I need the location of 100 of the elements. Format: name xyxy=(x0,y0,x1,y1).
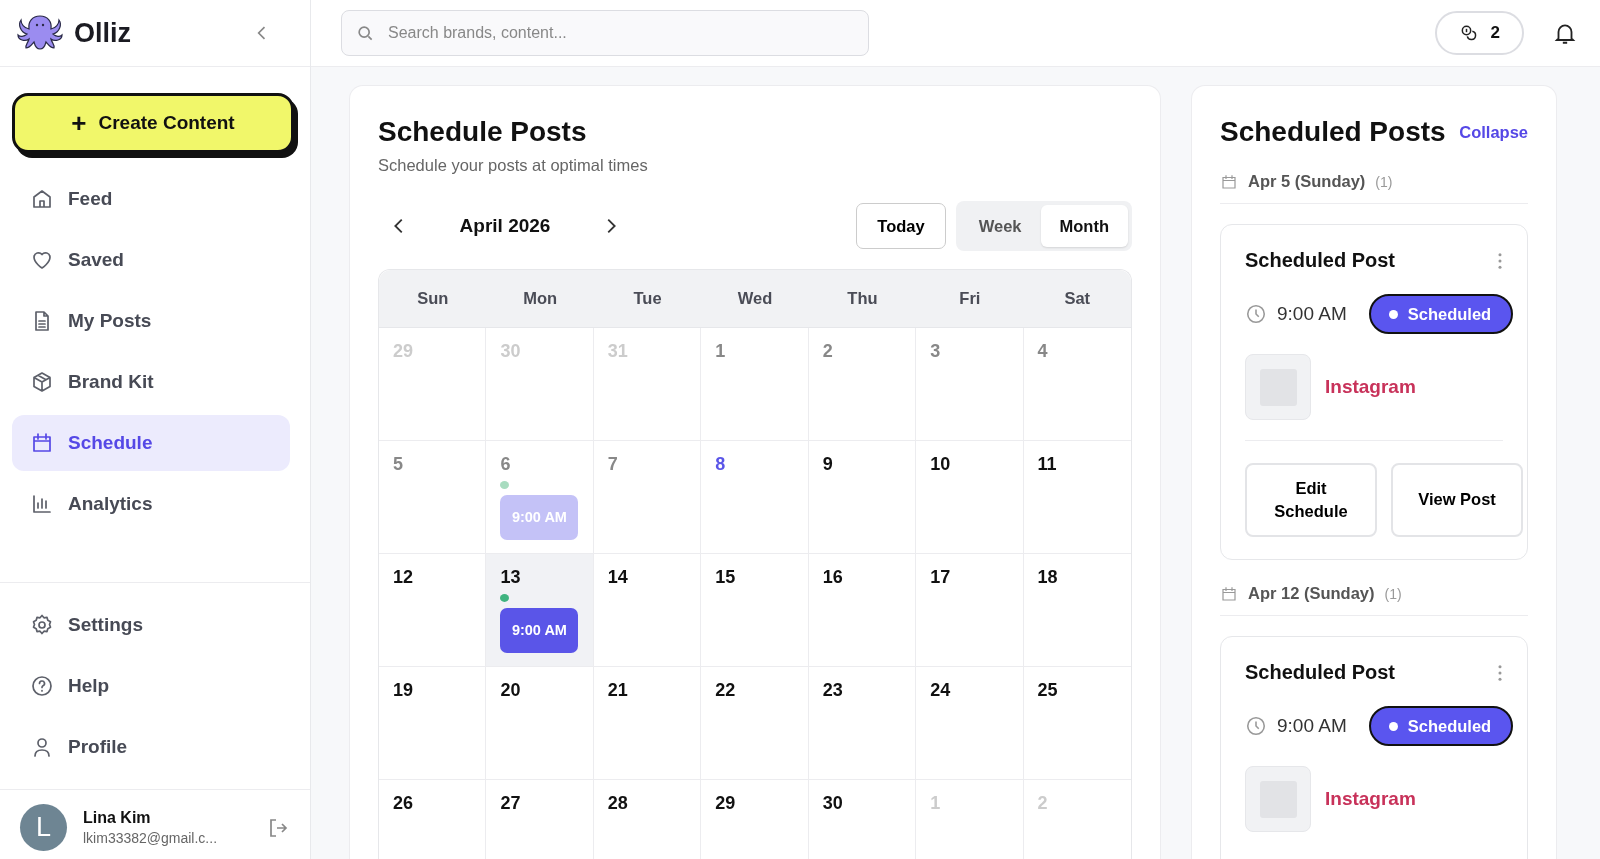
day-cell[interactable]: 14 xyxy=(593,554,702,666)
day-cell[interactable]: 23 xyxy=(808,667,917,779)
view-tab[interactable]: Month xyxy=(1040,205,1128,247)
day-number: 30 xyxy=(822,793,843,814)
day-cell[interactable]: 2 xyxy=(808,328,917,440)
day-cell[interactable]: 3 xyxy=(916,328,1024,440)
day-number: 8 xyxy=(715,454,726,475)
weekday-label: Mon xyxy=(522,288,559,309)
post-count: (1) xyxy=(1375,173,1393,190)
post-action-button[interactable]: View Post xyxy=(1391,463,1523,537)
day-number: 20 xyxy=(500,680,521,701)
collapse-link[interactable]: Collapse xyxy=(1459,122,1528,142)
day-number: 21 xyxy=(607,680,628,701)
day-number: 22 xyxy=(715,680,736,701)
day-cell[interactable]: 20 xyxy=(486,667,594,779)
day-number: 7 xyxy=(607,454,618,475)
day-number: 29 xyxy=(715,793,736,814)
post-time: 9:00 AM xyxy=(1277,303,1347,325)
weekday-label: Tue xyxy=(632,288,663,309)
post-count: (1) xyxy=(1384,585,1402,602)
weekday-label: Thu xyxy=(846,288,879,309)
day-number: 1 xyxy=(715,341,726,362)
day-number: 10 xyxy=(930,454,951,475)
day-number: 18 xyxy=(1037,567,1058,588)
day-cell[interactable]: 5 xyxy=(379,441,487,553)
day-number: 16 xyxy=(822,567,843,588)
day-cell[interactable]: 22 xyxy=(701,667,809,779)
status-badge: Scheduled xyxy=(1368,706,1514,746)
day-number: 2 xyxy=(822,341,833,362)
credits-button[interactable]: 2 xyxy=(1434,11,1524,55)
day-cell[interactable]: 18 xyxy=(1023,554,1131,666)
nav-item[interactable]: Settings xyxy=(12,597,290,653)
day-cell[interactable]: 30 xyxy=(808,780,917,859)
day-number: 28 xyxy=(607,793,628,814)
post-title: Scheduled Post xyxy=(1245,661,1396,684)
day-cell[interactable]: 26 xyxy=(379,780,487,859)
day-cell[interactable]: 8 xyxy=(701,441,809,553)
day-cell[interactable]: 4 xyxy=(1023,328,1131,440)
day-cell[interactable]: 28 xyxy=(593,780,702,859)
day-number: 6 xyxy=(500,454,511,475)
post-title: Scheduled Post xyxy=(1245,249,1396,272)
day-cell[interactable]: 17 xyxy=(916,554,1024,666)
month-label: April 2026 xyxy=(458,215,552,237)
status-badge: Scheduled xyxy=(1368,294,1514,334)
panel-title: Scheduled Posts xyxy=(1220,116,1446,148)
date-heading: Apr 5 (Sunday) xyxy=(1248,172,1366,191)
day-number: 15 xyxy=(715,567,736,588)
day-cell[interactable]: 29 xyxy=(701,780,809,859)
day-cell[interactable]: 9 xyxy=(808,441,917,553)
day-number: 27 xyxy=(500,793,521,814)
event-chip[interactable]: 9:00 AM xyxy=(500,607,579,653)
nav-item[interactable]: Help xyxy=(12,658,290,714)
nav-item[interactable]: Schedule xyxy=(12,415,290,471)
day-cell[interactable]: 19 xyxy=(379,667,487,779)
weekday-label: Wed xyxy=(736,288,774,309)
day-cell[interactable]: 16 xyxy=(808,554,917,666)
day-number: 4 xyxy=(1037,341,1048,362)
platform-name: Instagram xyxy=(1325,376,1416,398)
day-cell[interactable]: 10 xyxy=(916,441,1024,553)
day-cell[interactable]: 13 9:00 AM xyxy=(486,554,594,666)
day-cell[interactable]: 27 xyxy=(486,780,594,859)
brand-name: Olliz xyxy=(74,17,132,49)
day-number: 17 xyxy=(930,567,951,588)
nav-item[interactable]: Saved xyxy=(12,232,290,288)
day-cell[interactable]: 7 xyxy=(593,441,702,553)
nav-item[interactable]: Profile xyxy=(12,719,290,775)
day-number: 25 xyxy=(1037,680,1058,701)
nav-item[interactable]: My Posts xyxy=(12,293,290,349)
post-action-button[interactable]: Edit Schedule xyxy=(1245,463,1377,537)
day-cell[interactable]: 6 9:00 AM xyxy=(486,441,594,553)
page-title: Schedule Posts xyxy=(378,116,588,148)
day-cell[interactable]: 21 xyxy=(593,667,702,779)
nav-item[interactable]: Feed xyxy=(12,171,290,227)
date-heading: Apr 12 (Sunday) xyxy=(1248,584,1375,603)
day-cell[interactable]: 25 xyxy=(1023,667,1131,779)
day-number: 12 xyxy=(393,567,414,588)
day-number: 26 xyxy=(393,793,414,814)
day-number: 14 xyxy=(607,567,628,588)
day-number: 24 xyxy=(930,680,951,701)
day-cell[interactable]: 11 xyxy=(1023,441,1131,553)
day-cell[interactable]: 15 xyxy=(701,554,809,666)
nav-item[interactable]: Analytics xyxy=(12,476,290,532)
today-button[interactable]: Today xyxy=(856,203,946,249)
user-email: lkim33382@gmail.c... xyxy=(83,830,219,846)
day-cell[interactable]: 1 xyxy=(701,328,809,440)
view-tab[interactable]: Week xyxy=(959,205,1041,247)
day-number: 5 xyxy=(393,454,403,475)
user-name: Lina Kim xyxy=(83,809,152,827)
post-time: 9:00 AM xyxy=(1277,715,1347,737)
day-cell[interactable]: 24 xyxy=(916,667,1024,779)
user-avatar: L xyxy=(20,804,67,851)
day-number: 13 xyxy=(500,567,521,588)
weekday-label: Sat xyxy=(1063,288,1092,309)
day-number: 11 xyxy=(1037,454,1057,475)
page-subtitle: Schedule your posts at optimal times xyxy=(378,156,649,175)
nav-item[interactable]: Brand Kit xyxy=(12,354,290,410)
day-number: 23 xyxy=(822,680,843,701)
weekday-label: Sun xyxy=(416,288,450,309)
search-field[interactable]: Search brands, content... xyxy=(341,10,869,56)
day-number: 19 xyxy=(393,680,414,701)
